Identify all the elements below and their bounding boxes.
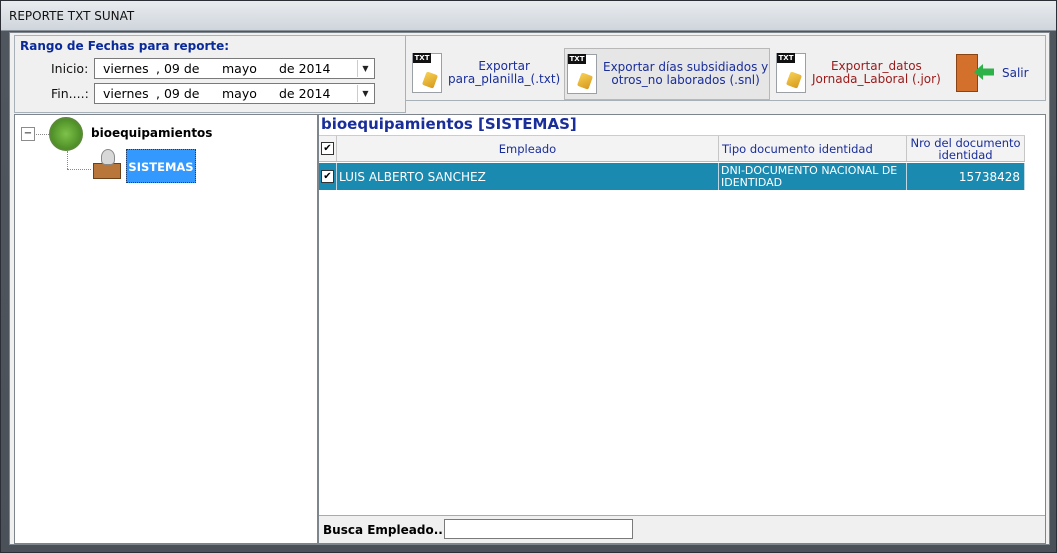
end-day: , 09 de bbox=[156, 86, 200, 101]
cell-tipo-documento: DNI-DOCUMENTO NACIONAL DE IDENTIDAD bbox=[719, 163, 907, 190]
grid-header: ✔ Empleado Tipo documento identidad Nro … bbox=[319, 135, 1025, 162]
search-label: Busca Empleado..: bbox=[323, 523, 448, 537]
tree-root-label[interactable]: bioequipamientos bbox=[91, 126, 212, 140]
export-subsidios-button[interactable]: TXT Exportar días subsidiados y otros_no… bbox=[564, 48, 770, 100]
date-range-group: Rango de Fechas para reporte: Inicio: vi… bbox=[14, 35, 406, 113]
start-date-label: Inicio: bbox=[51, 61, 89, 76]
exit-button[interactable]: Salir bbox=[952, 46, 1038, 100]
end-date-dropdown-arrow-icon[interactable]: ▼ bbox=[357, 85, 373, 102]
employee-grid-panel: bioequipamientos [SISTEMAS] ✔ Empleado T… bbox=[318, 114, 1046, 544]
exit-door-icon bbox=[952, 52, 996, 94]
export-jornada-line2: Jornada_Laboral (.jor) bbox=[812, 72, 941, 86]
window-title: REPORTE TXT SUNAT bbox=[9, 9, 135, 23]
end-month: mayo bbox=[222, 86, 257, 101]
date-range-title: Rango de Fechas para reporte: bbox=[20, 39, 230, 53]
start-day: , 09 de bbox=[156, 61, 200, 76]
select-all-checkbox[interactable]: ✔ bbox=[321, 142, 334, 155]
start-weekday: viernes bbox=[103, 61, 149, 76]
export-jornada-button[interactable]: TXT Exportar_datos Jornada_Laboral (.jor… bbox=[774, 46, 946, 100]
export-planilla-button[interactable]: TXT Exportar para_planilla_(.txt) bbox=[410, 46, 560, 100]
start-date-picker[interactable]: viernes , 09 de mayo de 2014 ▼ bbox=[94, 58, 375, 79]
export-subsidios-line2: otros_no laborados (.snl) bbox=[611, 73, 760, 87]
search-employee-input[interactable] bbox=[444, 519, 633, 539]
txt-file-icon: TXT bbox=[565, 52, 599, 96]
end-year: de 2014 bbox=[279, 86, 331, 101]
start-date-dropdown-arrow-icon[interactable]: ▼ bbox=[357, 60, 373, 77]
exit-label: Salir bbox=[1002, 65, 1029, 80]
grid-title: bioequipamientos [SISTEMAS] bbox=[321, 115, 577, 133]
collapse-icon[interactable]: − bbox=[21, 127, 35, 141]
column-empleado[interactable]: Empleado bbox=[337, 136, 719, 161]
company-icon bbox=[49, 117, 83, 151]
end-date-picker[interactable]: viernes , 09 de mayo de 2014 ▼ bbox=[94, 83, 375, 104]
cell-empleado: LUIS ALBERTO SANCHEZ bbox=[337, 163, 719, 190]
title-bar: REPORTE TXT SUNAT bbox=[1, 1, 1056, 31]
start-year: de 2014 bbox=[279, 61, 331, 76]
column-nro-documento[interactable]: Nro del documento identidad bbox=[907, 136, 1025, 161]
txt-file-icon: TXT bbox=[774, 51, 808, 95]
department-icon bbox=[91, 149, 123, 181]
end-weekday: viernes bbox=[103, 86, 149, 101]
export-planilla-line2: para_planilla_(.txt) bbox=[448, 72, 561, 86]
export-toolbar: TXT Exportar para_planilla_(.txt) TXT Ex… bbox=[406, 35, 1046, 101]
department-tree: − bioequipamientos SISTEMAS bbox=[14, 114, 318, 544]
window-client-area: Rango de Fechas para reporte: Inicio: vi… bbox=[9, 32, 1050, 545]
report-window: REPORTE TXT SUNAT Rango de Fechas para r… bbox=[0, 0, 1057, 553]
table-row[interactable]: ✔ LUIS ALBERTO SANCHEZ DNI-DOCUMENTO NAC… bbox=[319, 163, 1025, 190]
search-bar: Busca Empleado..: bbox=[319, 515, 1045, 543]
row-checkbox[interactable]: ✔ bbox=[321, 170, 334, 183]
end-date-label: Fin....: bbox=[51, 86, 89, 101]
start-month: mayo bbox=[222, 61, 257, 76]
column-tipo-documento[interactable]: Tipo documento identidad bbox=[719, 136, 907, 161]
txt-file-icon: TXT bbox=[410, 51, 444, 95]
cell-nro-documento: 15738428 bbox=[907, 163, 1025, 190]
tree-item-sistemas[interactable]: SISTEMAS bbox=[126, 149, 196, 183]
